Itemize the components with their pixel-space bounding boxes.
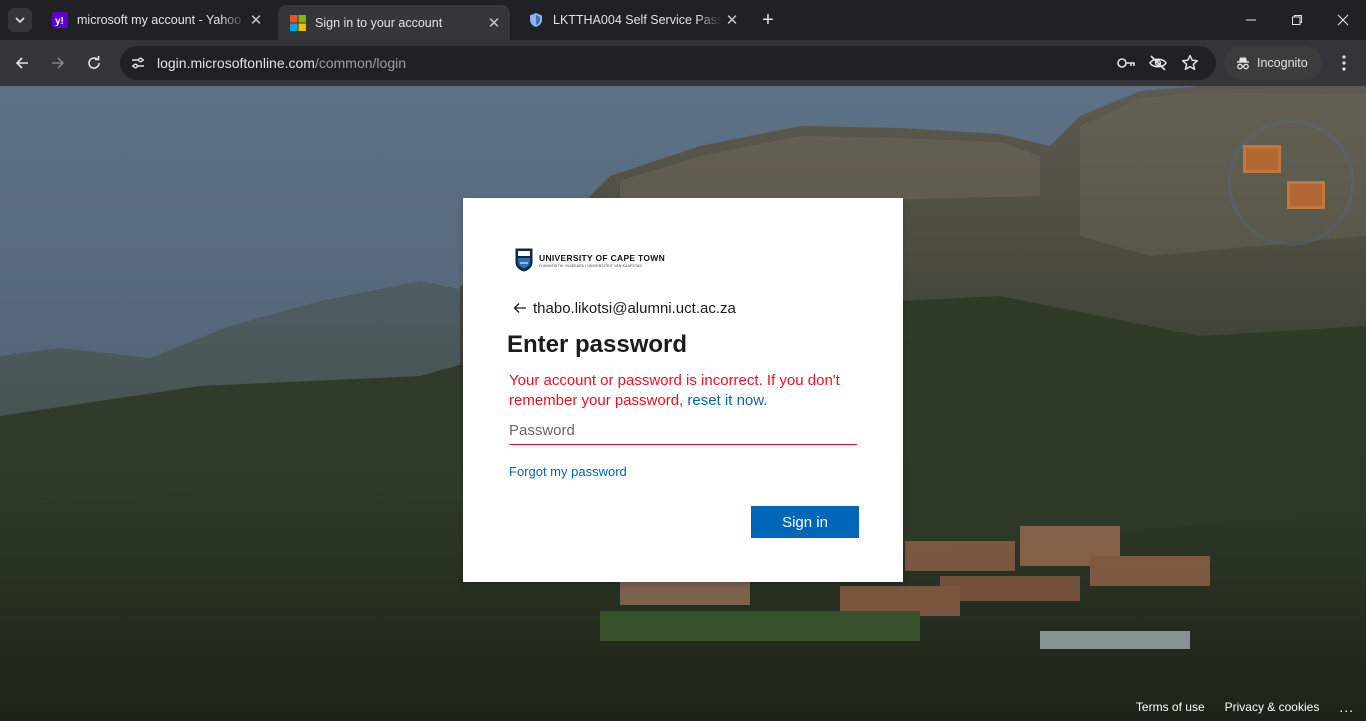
sign-in-button[interactable]: Sign in: [751, 506, 859, 538]
forgot-password-link[interactable]: Forgot my password: [509, 464, 627, 479]
org-logo: UNIVERSITY OF CAPE TOWN IYUNIVESITHI YAS…: [515, 248, 665, 272]
incognito-label: Incognito: [1257, 56, 1308, 70]
key-icon: [1117, 58, 1135, 68]
privacy-link[interactable]: Privacy & cookies: [1225, 700, 1320, 714]
password-key-button[interactable]: [1115, 53, 1137, 73]
terms-link[interactable]: Terms of use: [1136, 700, 1205, 714]
url-host: login.microsoftonline.com: [157, 55, 315, 71]
back-button[interactable]: [8, 49, 36, 77]
arrow-left-icon: [15, 57, 28, 69]
close-icon[interactable]: ✕: [722, 10, 742, 30]
chevron-down-icon: [15, 17, 25, 24]
reload-button[interactable]: [80, 49, 108, 77]
incognito-icon: [1237, 57, 1249, 70]
identity-banner[interactable]: thabo.likotsi@alumni.uct.ac.za: [511, 298, 736, 318]
identity-email: thabo.likotsi@alumni.uct.ac.za: [533, 299, 736, 317]
tab-title: microsoft my account - Yahoo Search Resu…: [77, 13, 246, 27]
more-options-button[interactable]: ...: [1339, 699, 1354, 715]
error-message: Your account or password is incorrect. I…: [509, 371, 861, 411]
password-input[interactable]: [509, 417, 857, 445]
restore-icon: [1292, 15, 1302, 25]
close-icon[interactable]: ✕: [484, 13, 504, 33]
address-bar[interactable]: login.microsoftonline.com/common/login: [120, 46, 1216, 80]
watermark-logo: [1228, 120, 1354, 246]
page-title: Enter password: [507, 331, 688, 358]
url-text[interactable]: login.microsoftonline.com/common/login: [157, 55, 406, 71]
tab-sign-in[interactable]: Sign in to your account ✕: [278, 5, 510, 40]
tune-icon: [132, 57, 144, 69]
tab-title: LKTTHA004 Self Service Password Reset: [553, 13, 722, 27]
svg-text:y!: y!: [55, 16, 64, 27]
monitor-icon: [1243, 145, 1281, 173]
restore-button[interactable]: [1274, 0, 1320, 40]
arrow-right-icon: [52, 57, 65, 69]
error-text: Your account or password is incorrect. I…: [509, 372, 840, 409]
new-tab-button[interactable]: +: [756, 8, 780, 32]
yahoo-icon: y!: [52, 12, 68, 28]
org-name: UNIVERSITY OF CAPE TOWN: [539, 252, 666, 263]
minimize-icon: [1246, 19, 1256, 21]
tracking-protection-button[interactable]: [1147, 53, 1169, 73]
eye-off-icon: [1149, 55, 1167, 71]
minimize-button[interactable]: [1228, 0, 1274, 40]
site-info-button[interactable]: [128, 53, 148, 73]
login-page: UNIVERSITY OF CAPE TOWN IYUNIVESITHI YAS…: [0, 86, 1366, 721]
back-arrow-icon[interactable]: [511, 299, 529, 317]
monitor-icon: [1287, 181, 1325, 209]
sign-in-card: UNIVERSITY OF CAPE TOWN IYUNIVESITHI YAS…: [463, 198, 903, 582]
reload-icon: [88, 56, 100, 69]
page-footer: Terms of use Privacy & cookies ...: [1136, 693, 1366, 721]
tab-password-reset[interactable]: LKTTHA004 Self Service Password Reset ✕: [516, 5, 748, 35]
more-vertical-icon: [1342, 55, 1346, 71]
tab-strip: y! microsoft my account - Yahoo Search R…: [0, 0, 1366, 40]
tab-title: Sign in to your account: [315, 15, 443, 30]
window-close-button[interactable]: [1320, 0, 1366, 40]
close-icon: [1337, 14, 1349, 26]
browser-menu-button[interactable]: [1334, 51, 1354, 75]
url-path: /common/login: [314, 55, 407, 71]
browser-toolbar: login.microsoftonline.com/common/login I…: [0, 40, 1366, 86]
bookmark-button[interactable]: [1179, 53, 1201, 73]
tab-search-button[interactable]: [8, 8, 32, 32]
forward-button[interactable]: [44, 49, 72, 77]
incognito-badge[interactable]: Incognito: [1224, 46, 1322, 80]
tab-yahoo-search[interactable]: y! microsoft my account - Yahoo Search R…: [40, 5, 272, 35]
reset-password-link[interactable]: reset it now.: [687, 392, 767, 409]
org-logo-text: UNIVERSITY OF CAPE TOWN IYUNIVESITHI YAS…: [539, 253, 665, 268]
star-icon: [1181, 54, 1199, 71]
org-subtitle: IYUNIVESITHI YASEKAPA • UNIVERSITEIT VAN…: [539, 263, 643, 268]
uct-crest-icon: [515, 248, 533, 272]
shield-icon: [530, 13, 542, 27]
microsoft-icon: [290, 14, 306, 31]
close-icon[interactable]: ✕: [246, 10, 266, 30]
